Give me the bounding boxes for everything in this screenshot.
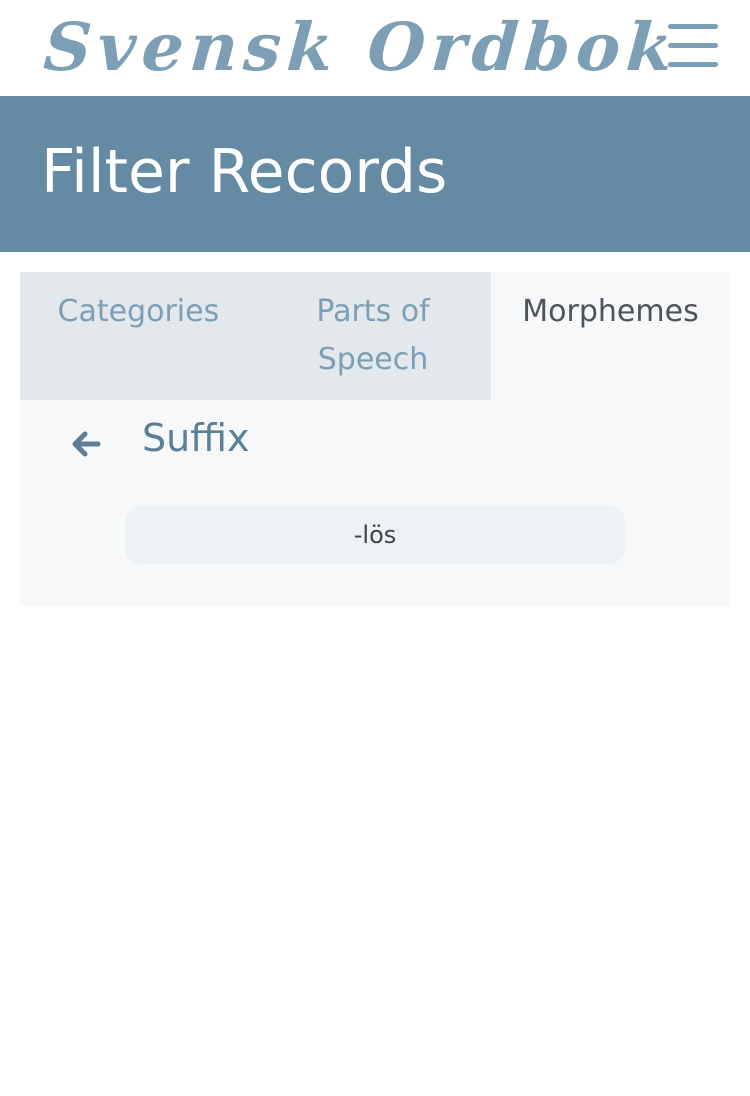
site-logo[interactable]: Svensk Ordbok: [41, 8, 681, 86]
tab-label: Parts of Speech: [316, 294, 430, 377]
tab-morphemes[interactable]: Morphemes: [491, 272, 730, 400]
top-bar: Svensk Ordbok: [0, 0, 750, 96]
tab-label: Categories: [57, 294, 220, 329]
filter-tabs: Categories Parts of Speech Morphemes: [20, 272, 730, 400]
title-band: Filter Records: [0, 96, 750, 252]
tab-parts-of-speech[interactable]: Parts of Speech: [255, 272, 491, 400]
hamburger-bar: [668, 62, 718, 67]
tab-categories[interactable]: Categories: [20, 272, 255, 400]
tab-label: Morphemes: [522, 294, 699, 329]
filter-panel: Categories Parts of Speech Morphemes Suf…: [20, 272, 730, 606]
arrow-left-icon[interactable]: [68, 426, 104, 462]
suffix-header: Suffix: [20, 400, 730, 490]
section-label: Suffix: [142, 416, 250, 460]
hamburger-menu-icon[interactable]: [668, 24, 718, 68]
morpheme-chip[interactable]: -lös: [125, 506, 625, 564]
page-title: Filter Records: [41, 137, 448, 207]
hamburger-bar: [668, 24, 718, 29]
hamburger-bar: [668, 43, 718, 48]
